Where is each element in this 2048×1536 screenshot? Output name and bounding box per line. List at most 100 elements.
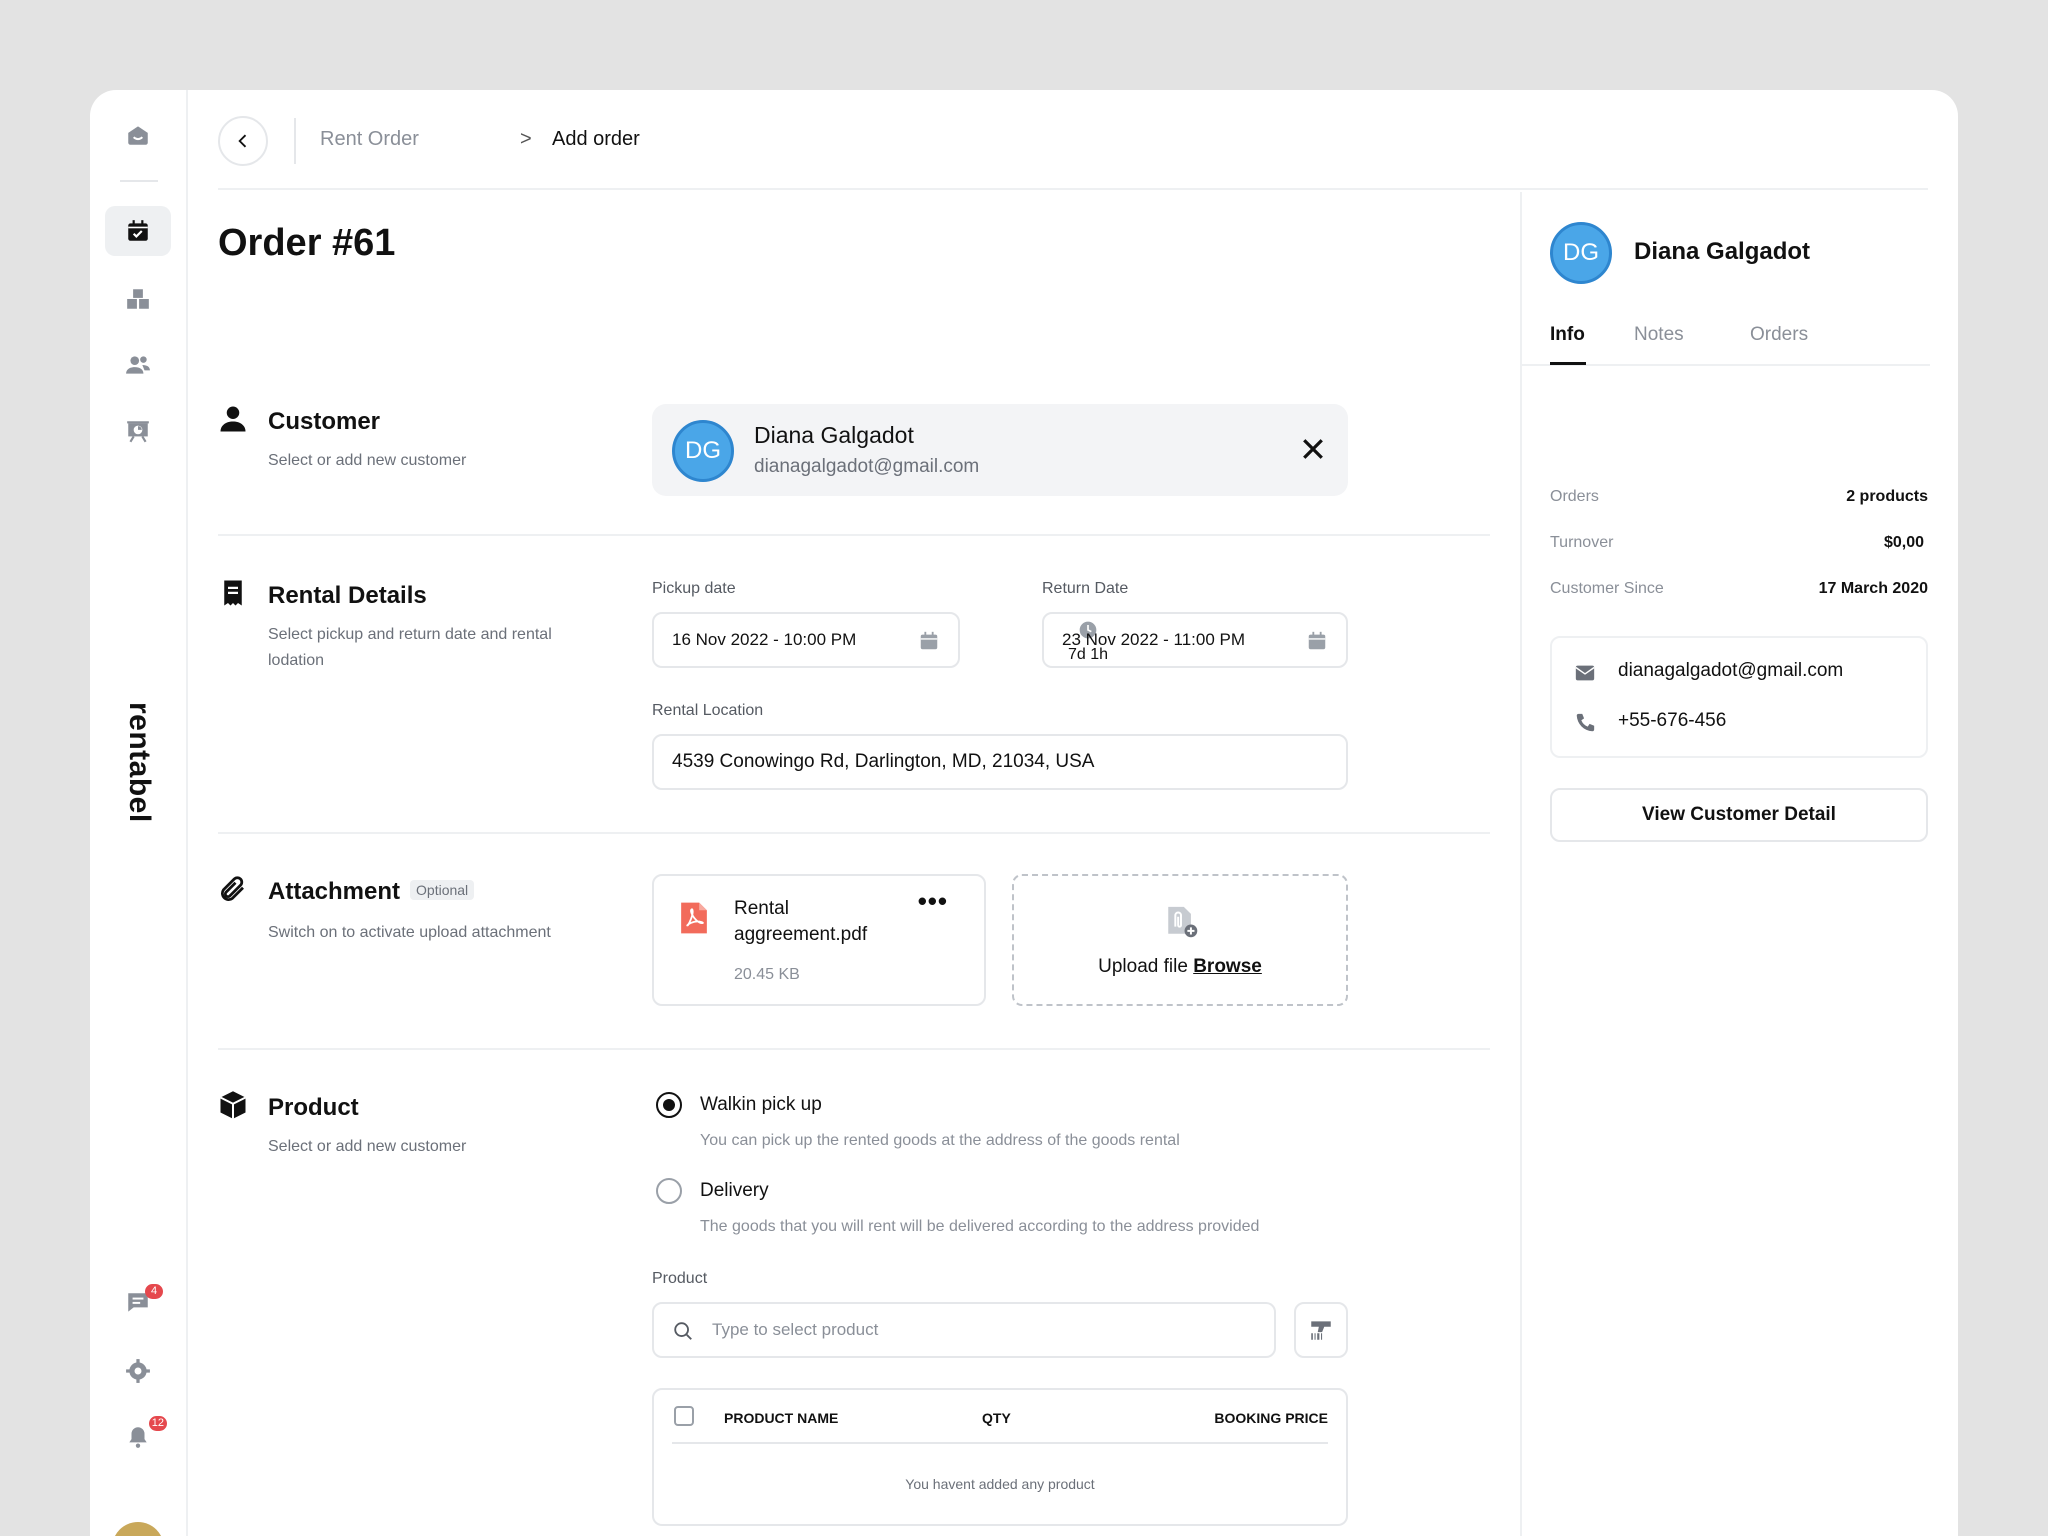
page-title: Order #61 — [218, 222, 396, 264]
pickup-date-label: Pickup date — [652, 580, 736, 597]
return-date-label: Return Date — [1042, 580, 1129, 597]
delivery-option-label[interactable]: Delivery — [700, 1180, 769, 1202]
notification-bell-icon[interactable]: 12 — [105, 1412, 171, 1462]
info-since-value: 17 March 2020 — [1818, 580, 1928, 597]
product-section-subtitle: Select or add new customer — [268, 1138, 467, 1155]
active-tab-indicator — [1550, 362, 1586, 365]
upload-label: Upload file — [1098, 956, 1188, 977]
panel-customer-avatar: DG — [1550, 222, 1612, 284]
messages-icon[interactable]: 4 — [105, 1278, 171, 1328]
messages-badge: 4 — [145, 1284, 163, 1299]
phone-icon — [1576, 713, 1595, 732]
contact-phone[interactable]: +55-676-456 — [1618, 710, 1726, 732]
info-turnover-label: Turnover — [1550, 534, 1614, 551]
breadcrumb-separator: > — [520, 128, 532, 150]
product-search-input[interactable]: Type to select product — [652, 1302, 1276, 1358]
paperclip-icon — [221, 876, 244, 901]
back-button[interactable] — [218, 116, 268, 166]
product-table: PRODUCT NAME QTY BOOKING PRICE You haven… — [652, 1388, 1348, 1526]
user-icon — [220, 406, 246, 432]
customer-section-title: Customer — [268, 408, 381, 435]
customer-section-subtitle: Select or add new customer — [268, 452, 467, 469]
tab-orders[interactable]: Orders — [1750, 324, 1808, 346]
product-section-title: Product — [268, 1094, 359, 1121]
walkin-option-label[interactable]: Walkin pick up — [700, 1094, 822, 1116]
rental-location-label: Rental Location — [652, 702, 764, 719]
info-orders-value: 2 products — [1846, 488, 1928, 505]
column-product-name: PRODUCT NAME — [724, 1410, 839, 1426]
file-menu-icon[interactable]: ••• — [918, 886, 948, 917]
brand-logo: rentabel — [123, 702, 156, 823]
section-divider — [218, 1048, 1490, 1050]
column-qty: QTY — [982, 1410, 1011, 1426]
contact-email[interactable]: dianagalgadot@gmail.com — [1618, 660, 1843, 682]
document-icon — [224, 580, 242, 606]
customer-email: dianagalgadot@gmail.com — [754, 456, 980, 477]
panel-customer-name: Diana Galgadot — [1634, 238, 1811, 265]
optional-tag: Optional — [410, 880, 475, 900]
return-date-input[interactable]: 23 Nov 2022 - 11:00 PM — [1042, 612, 1348, 668]
attachment-title-text: Attachment — [268, 878, 401, 905]
section-divider — [218, 832, 1490, 834]
delivery-radio[interactable] — [656, 1178, 682, 1204]
view-customer-detail-button[interactable]: View Customer Detail — [1550, 788, 1928, 842]
walkin-option-desc: You can pick up the rented goods at the … — [700, 1132, 1180, 1149]
info-since-label: Customer Since — [1550, 580, 1664, 597]
mail-icon — [1575, 665, 1595, 681]
rental-location-input[interactable]: 4539 Conowingo Rd, Darlington, MD, 21034… — [652, 734, 1348, 790]
breadcrumb-current: Add order — [552, 128, 640, 150]
rental-section-title: Rental Details — [268, 582, 427, 609]
info-orders-label: Orders — [1550, 488, 1599, 505]
product-label: Product — [652, 1270, 708, 1287]
attachment-section-subtitle: Switch on to activate upload attachment — [268, 924, 551, 941]
info-turnover-value: $0,00 — [1883, 534, 1924, 551]
inventory-icon[interactable] — [105, 274, 171, 324]
select-all-checkbox[interactable] — [674, 1406, 694, 1426]
calendar-icon[interactable] — [918, 630, 940, 652]
calendar-icon[interactable] — [1306, 630, 1328, 652]
order-form: Order #61 Customer Select or add new cus… — [218, 192, 1490, 1536]
topbar-divider — [294, 118, 296, 164]
empty-table-message: You havent added any product — [905, 1476, 1095, 1492]
selected-customer-card[interactable]: DG Diana Galgadot dianagalgadot@gmail.co… — [652, 404, 1348, 496]
rental-location-value: 4539 Conowingo Rd, Darlington, MD, 21034… — [672, 751, 1095, 772]
delivery-option-desc: The goods that you will rent will be del… — [700, 1218, 1260, 1235]
customers-icon[interactable] — [105, 340, 171, 390]
reports-icon[interactable] — [105, 406, 171, 456]
close-icon[interactable] — [1298, 434, 1328, 464]
walkin-radio[interactable] — [656, 1092, 682, 1118]
app-window: rentabel 4 12 Rent Order > Add order Ord… — [90, 90, 1958, 1536]
file-size: 20.45 KB — [734, 966, 800, 983]
browse-link[interactable]: Browse — [1193, 956, 1262, 977]
return-date-value: 23 Nov 2022 - 11:00 PM — [1062, 630, 1246, 649]
table-header-divider — [672, 1442, 1328, 1444]
pickup-date-value: 16 Nov 2022 - 10:00 PM — [672, 630, 857, 649]
calendar-icon[interactable] — [105, 206, 171, 256]
product-search-placeholder: Type to select product — [712, 1320, 879, 1339]
sidebar-divider — [120, 180, 158, 182]
pdf-file-icon — [681, 902, 707, 934]
sidebar: rentabel 4 12 — [90, 90, 188, 1536]
file-name: Rental aggreement.pdf — [734, 898, 868, 945]
upload-text: Upload file Browse — [1014, 956, 1346, 978]
search-icon — [674, 1322, 692, 1340]
user-avatar[interactable] — [112, 1522, 164, 1536]
chevron-left-icon — [238, 134, 247, 148]
barcode-scan-button[interactable] — [1294, 1302, 1348, 1358]
attached-file-card[interactable]: Rental aggreement.pdf 20.45 KB ••• — [652, 874, 986, 1006]
home-icon[interactable] — [105, 110, 171, 160]
customer-name: Diana Galgadot — [754, 422, 914, 448]
topbar: Rent Order > Add order — [218, 90, 1928, 190]
pickup-date-input[interactable]: 16 Nov 2022 - 10:00 PM — [652, 612, 960, 668]
section-divider — [218, 534, 1490, 536]
tab-info[interactable]: Info — [1550, 324, 1585, 346]
breadcrumb-parent[interactable]: Rent Order — [320, 128, 419, 151]
contact-card: dianagalgadot@gmail.com +55-676-456 — [1550, 636, 1928, 758]
tab-notes[interactable]: Notes — [1634, 324, 1684, 346]
customer-info-panel: DG Diana Galgadot Info Notes Orders Orde… — [1520, 192, 1930, 1536]
upload-file-icon — [1168, 906, 1198, 938]
upload-dropzone[interactable]: Upload file Browse — [1012, 874, 1348, 1006]
notifications-badge: 12 — [148, 1416, 167, 1431]
settings-gear-icon[interactable] — [105, 1346, 171, 1396]
rental-section-subtitle: Select pickup and return date and rental… — [268, 626, 552, 669]
